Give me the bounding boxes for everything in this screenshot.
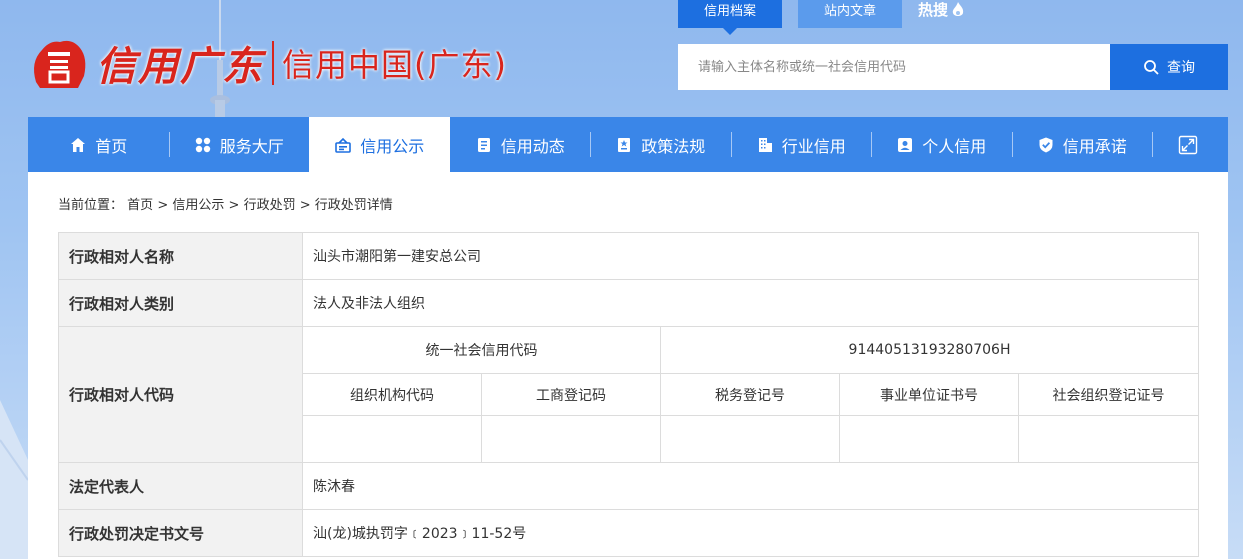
org-code-value bbox=[302, 415, 482, 463]
breadcrumb-separator: > bbox=[299, 198, 311, 213]
breadcrumb-credit-publicity[interactable]: 信用公示 bbox=[172, 198, 224, 213]
hot-search[interactable]: 热搜 bbox=[918, 0, 965, 20]
breadcrumb-separator: > bbox=[157, 198, 169, 213]
search-icon bbox=[1144, 60, 1159, 75]
breadcrumb: 当前位置： 首页 > 信用公示 > 行政处罚 > 行政处罚详情 bbox=[58, 194, 393, 213]
nav-item-label: 个人信用 bbox=[922, 136, 987, 156]
breadcrumb-current: 行政处罚详情 bbox=[314, 198, 393, 213]
table-row: 行政处罚决定书文号 汕(龙)城执罚字﹝2023﹞11-52号 bbox=[58, 509, 1200, 557]
legal-rep-label: 法定代表人 bbox=[58, 462, 303, 510]
content-panel: 当前位置： 首页 > 信用公示 > 行政处罚 > 行政处罚详情 行政相对人名称 … bbox=[28, 172, 1228, 559]
building-icon bbox=[758, 137, 772, 152]
expand-nav-button[interactable] bbox=[1152, 117, 1223, 172]
table-row: 行政相对人类别 法人及非法人组织 bbox=[58, 279, 1200, 327]
tab-site-articles[interactable]: 站内文章 bbox=[798, 0, 903, 28]
category-value: 法人及非法人组织 bbox=[301, 279, 1200, 327]
nav-item-service-hall[interactable]: 服务大厅 bbox=[168, 117, 310, 172]
shield-check-icon bbox=[1039, 137, 1053, 152]
institution-cert-value bbox=[839, 415, 1019, 463]
nav-item-label: 信用承诺 bbox=[1062, 136, 1127, 156]
breadcrumb-prefix: 当前位置： bbox=[58, 198, 124, 213]
search-button-label: 查询 bbox=[1167, 60, 1195, 76]
nav-item-label: 服务大厅 bbox=[219, 136, 284, 156]
uscc-value: 91440513193280706H bbox=[659, 326, 1200, 374]
table-row: 行政相对人代码 统一社会信用代码 91440513193280706H bbox=[58, 326, 1200, 463]
org-code-header: 组织机构代码 bbox=[302, 373, 482, 416]
penalty-detail-table: 行政相对人名称 汕头市潮阳第一建安总公司 行政相对人类别 法人及非法人组织 行政… bbox=[58, 232, 1200, 557]
logo-divider bbox=[272, 41, 274, 85]
uscc-label: 统一社会信用代码 bbox=[302, 326, 661, 374]
nav-item-label: 政策法规 bbox=[641, 136, 706, 156]
main-nav: 首页 服务大厅 信用公示 信用动态 政策法规 行业信用 个人信用 信用承诺 bbox=[28, 117, 1228, 172]
expand-icon bbox=[1178, 135, 1197, 154]
nav-item-credit-news[interactable]: 信用动态 bbox=[450, 117, 591, 172]
bridge-decoration bbox=[0, 400, 28, 559]
nav-item-label: 信用公示 bbox=[360, 136, 425, 156]
search-input[interactable] bbox=[678, 44, 1110, 90]
social-org-reg-value bbox=[1017, 415, 1200, 463]
code-label: 行政相对人代码 bbox=[58, 326, 303, 463]
institution-cert-header: 事业单位证书号 bbox=[839, 373, 1019, 416]
category-label: 行政相对人类别 bbox=[58, 279, 303, 327]
home-icon bbox=[71, 137, 86, 152]
announcement-icon bbox=[335, 137, 352, 153]
table-row: 法定代表人 陈沐春 bbox=[58, 462, 1200, 510]
nav-item-credit-publicity[interactable]: 信用公示 bbox=[309, 117, 450, 172]
nav-item-label: 行业信用 bbox=[781, 136, 846, 156]
legal-rep-value: 陈沐春 bbox=[301, 462, 1200, 510]
business-reg-value bbox=[481, 415, 661, 463]
nav-item-credit-commitment[interactable]: 信用承诺 bbox=[1011, 117, 1153, 172]
logo-title-text: 信用中国(广东) bbox=[282, 46, 507, 84]
nav-item-industry-credit[interactable]: 行业信用 bbox=[730, 117, 872, 172]
id-card-icon bbox=[898, 137, 913, 152]
top-tabs: 信用档案 站内文章 热搜 bbox=[678, 0, 965, 35]
breadcrumb-separator: > bbox=[228, 198, 240, 213]
name-label: 行政相对人名称 bbox=[58, 232, 303, 280]
name-value: 汕头市潮阳第一建安总公司 bbox=[301, 232, 1200, 280]
business-reg-header: 工商登记码 bbox=[481, 373, 661, 416]
flame-icon bbox=[952, 2, 964, 16]
tab-credit-archive[interactable]: 信用档案 bbox=[678, 0, 783, 35]
search-bar: 查询 bbox=[678, 44, 1228, 90]
tax-reg-value bbox=[660, 415, 840, 463]
search-button[interactable]: 查询 bbox=[1110, 44, 1228, 90]
grid-icon bbox=[195, 137, 210, 152]
decision-no-value: 汕(龙)城执罚字﹝2023﹞11-52号 bbox=[301, 509, 1200, 557]
breadcrumb-admin-penalty[interactable]: 行政处罚 bbox=[244, 198, 296, 213]
social-org-reg-header: 社会组织登记证号 bbox=[1017, 373, 1200, 416]
nav-item-policy[interactable]: 政策法规 bbox=[590, 117, 731, 172]
nav-item-label: 首页 bbox=[95, 136, 128, 156]
news-icon bbox=[477, 137, 490, 152]
logo-brand-text: 信用广东 bbox=[96, 43, 264, 90]
hot-search-label: 热搜 bbox=[918, 1, 949, 19]
nav-item-personal-credit[interactable]: 个人信用 bbox=[871, 117, 1012, 172]
policy-icon bbox=[618, 137, 631, 152]
tax-reg-header: 税务登记号 bbox=[660, 373, 840, 416]
credit-emblem-icon bbox=[34, 40, 86, 88]
site-logo[interactable]: 信用广东 信用中国(广东) bbox=[28, 28, 507, 98]
table-row: 行政相对人名称 汕头市潮阳第一建安总公司 bbox=[58, 232, 1200, 280]
nav-item-label: 信用动态 bbox=[500, 136, 565, 156]
decision-no-label: 行政处罚决定书文号 bbox=[58, 509, 303, 557]
breadcrumb-home[interactable]: 首页 bbox=[127, 198, 153, 213]
nav-item-home[interactable]: 首页 bbox=[28, 117, 169, 172]
